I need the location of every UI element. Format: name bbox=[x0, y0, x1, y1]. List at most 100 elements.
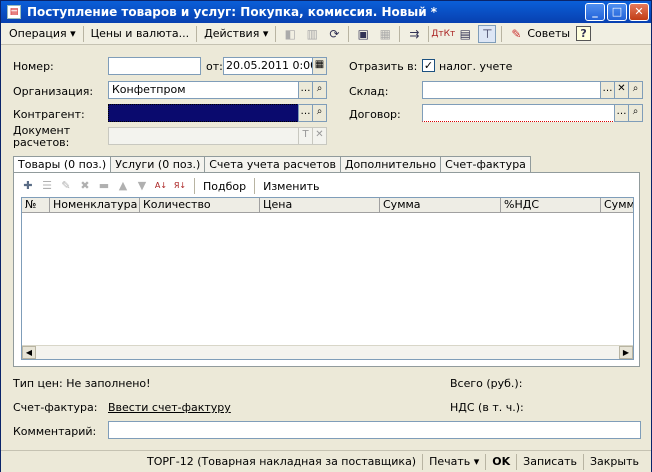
calendar-icon[interactable]: ▦ bbox=[312, 57, 327, 75]
column-header-quantity[interactable]: Количество bbox=[140, 198, 260, 212]
settlement-document-label-2: расчетов: bbox=[13, 136, 70, 149]
column-header-price[interactable]: Цена bbox=[260, 198, 380, 212]
column-header-vat-sum[interactable]: Сумма bbox=[601, 198, 633, 212]
reflect-in-label: Отразить в: bbox=[349, 60, 418, 73]
warehouse-field[interactable] bbox=[422, 81, 601, 99]
type-select-icon[interactable]: T bbox=[298, 127, 313, 145]
save-button[interactable]: Записать bbox=[517, 453, 583, 471]
counterparty-open-icon[interactable]: ⌕ bbox=[312, 104, 327, 122]
tab-services[interactable]: Услуги (0 поз.) bbox=[110, 156, 206, 173]
prices-currency-button[interactable]: Цены и валюта... bbox=[87, 25, 193, 43]
structure-tree-icon[interactable]: ⊤ bbox=[478, 24, 497, 43]
sort-ascending-icon[interactable]: A↓ bbox=[153, 178, 169, 194]
report-icon[interactable]: ▤ bbox=[456, 25, 474, 43]
date-field[interactable]: 20.05.2011 0:00:00 bbox=[223, 57, 313, 75]
edit-row-icon[interactable]: ✎ bbox=[58, 178, 74, 194]
organization-label: Организация: bbox=[13, 85, 94, 98]
counterparty-label: Контрагент: bbox=[13, 108, 85, 121]
enter-invoice-link[interactable]: Ввести счет-фактуру bbox=[108, 401, 231, 414]
contract-open-icon[interactable]: ⌕ bbox=[628, 104, 643, 122]
date-label: от: bbox=[206, 60, 223, 73]
operation-menu[interactable]: Операция ▾ bbox=[5, 25, 80, 43]
post-document-icon[interactable]: ▣ bbox=[354, 25, 372, 43]
horizontal-scrollbar[interactable]: ◀ ▶ bbox=[22, 345, 633, 359]
selection-button[interactable]: Подбор bbox=[198, 180, 251, 193]
minimize-button[interactable]: _ bbox=[585, 3, 605, 21]
organization-field[interactable]: Конфетпром bbox=[108, 81, 299, 99]
scroll-right-icon[interactable]: ▶ bbox=[619, 346, 633, 359]
tax-accounting-checkbox[interactable]: ✓ bbox=[422, 59, 435, 72]
organization-select-button[interactable]: … bbox=[298, 81, 313, 99]
end-edit-icon[interactable]: ▬ bbox=[96, 178, 112, 194]
comment-field[interactable] bbox=[108, 421, 641, 439]
copy-row-icon[interactable]: ☰ bbox=[39, 178, 55, 194]
warehouse-clear-icon[interactable]: ✕ bbox=[614, 81, 629, 99]
document-window: ▤ Поступление товаров и услуг: Покупка, … bbox=[0, 0, 652, 472]
counterparty-select-button[interactable]: … bbox=[298, 104, 313, 122]
warehouse-open-icon[interactable]: ⌕ bbox=[628, 81, 643, 99]
tab-invoice[interactable]: Счет-фактура bbox=[440, 156, 531, 173]
toolbar-separator bbox=[428, 25, 430, 42]
warehouse-label: Склад: bbox=[349, 85, 389, 98]
warehouse-select-button[interactable]: … bbox=[600, 81, 615, 99]
ok-button[interactable]: OK bbox=[486, 453, 516, 471]
unpost-document-icon[interactable]: ▦ bbox=[376, 25, 394, 43]
comment-label: Комментарий: bbox=[13, 425, 97, 438]
price-type-label: Тип цен: Не заполнено! bbox=[13, 377, 151, 390]
structure-icon[interactable]: ▥ bbox=[303, 25, 321, 43]
toolbar-separator bbox=[196, 25, 198, 42]
change-button[interactable]: Изменить bbox=[258, 180, 324, 193]
torg12-print-button[interactable]: ТОРГ-12 (Товарная накладная за поставщик… bbox=[141, 453, 422, 471]
column-header-nomenclature[interactable]: Номенклатура bbox=[50, 198, 140, 212]
vat-label: НДС (в т. ч.): bbox=[450, 401, 524, 414]
organization-open-icon[interactable]: ⌕ bbox=[312, 81, 327, 99]
window-title: Поступление товаров и услуг: Покупка, ко… bbox=[27, 5, 438, 19]
total-label: Всего (руб.): bbox=[450, 377, 523, 390]
toolbar-separator bbox=[82, 25, 84, 42]
toolbar-separator bbox=[501, 25, 503, 42]
contract-field[interactable] bbox=[422, 104, 615, 122]
refresh-icon[interactable]: ⟳ bbox=[325, 25, 343, 43]
grid-toolbar: ✚ ☰ ✎ ✖ ▬ ▲ ▼ A↓ Я↓ Подбор Изменить bbox=[20, 177, 324, 195]
goods-tab-panel: ✚ ☰ ✎ ✖ ▬ ▲ ▼ A↓ Я↓ Подбор Изменить № Но… bbox=[13, 172, 640, 367]
advice-button[interactable]: Советы bbox=[527, 25, 574, 43]
settlement-document-field[interactable] bbox=[108, 127, 299, 145]
goods-table[interactable]: № Номенклатура Количество Цена Сумма %НД… bbox=[21, 197, 634, 360]
close-window-button[interactable]: ✕ bbox=[629, 3, 649, 21]
tab-additional[interactable]: Дополнительно bbox=[339, 156, 442, 173]
contract-select-button[interactable]: … bbox=[614, 104, 629, 122]
help-icon[interactable]: ? bbox=[576, 26, 592, 41]
close-button[interactable]: Закрыть bbox=[584, 453, 645, 471]
tax-accounting-label: налог. учете bbox=[439, 60, 513, 73]
number-field[interactable] bbox=[108, 57, 201, 75]
scroll-left-icon[interactable]: ◀ bbox=[22, 346, 36, 359]
settlement-clear-icon[interactable]: ✕ bbox=[312, 127, 327, 145]
column-header-sum[interactable]: Сумма bbox=[380, 198, 501, 212]
move-down-icon[interactable]: ▼ bbox=[134, 178, 150, 194]
print-menu[interactable]: Печать ▾ bbox=[423, 453, 485, 471]
sort-descending-icon[interactable]: Я↓ bbox=[172, 178, 188, 194]
create-based-on-icon[interactable]: ⇉ bbox=[405, 25, 423, 43]
debit-credit-icon[interactable]: ДтКт bbox=[431, 25, 455, 43]
add-row-icon[interactable]: ✚ bbox=[20, 178, 36, 194]
column-header-number[interactable]: № bbox=[22, 198, 50, 212]
toolbar-separator bbox=[254, 178, 256, 194]
invoice-label: Счет-фактура: bbox=[13, 401, 98, 414]
counterparty-field[interactable] bbox=[108, 104, 299, 122]
column-header-vat-rate[interactable]: %НДС bbox=[501, 198, 601, 212]
bottom-command-bar: ТОРГ-12 (Товарная накладная за поставщик… bbox=[1, 450, 651, 472]
advice-icon[interactable]: ✎ bbox=[507, 25, 525, 43]
command-bar: Операция ▾ Цены и валюта... Действия ▾ ◧… bbox=[1, 23, 651, 45]
move-up-icon[interactable]: ▲ bbox=[115, 178, 131, 194]
tab-strip: Товары (0 поз.) Услуги (0 поз.) Счета уч… bbox=[13, 156, 531, 174]
tab-settlement-accounts[interactable]: Счета учета расчетов bbox=[204, 156, 341, 173]
maximize-button[interactable]: □ bbox=[607, 3, 627, 21]
delete-row-icon[interactable]: ✖ bbox=[77, 178, 93, 194]
actions-menu[interactable]: Действия ▾ bbox=[200, 25, 272, 43]
table-header: № Номенклатура Количество Цена Сумма %НД… bbox=[22, 198, 633, 213]
title-bar: ▤ Поступление товаров и услуг: Покупка, … bbox=[1, 1, 651, 23]
toolbar-separator bbox=[275, 25, 277, 42]
toolbar-separator bbox=[399, 25, 401, 42]
toolbar-separator bbox=[348, 25, 350, 42]
back-icon[interactable]: ◧ bbox=[281, 25, 299, 43]
